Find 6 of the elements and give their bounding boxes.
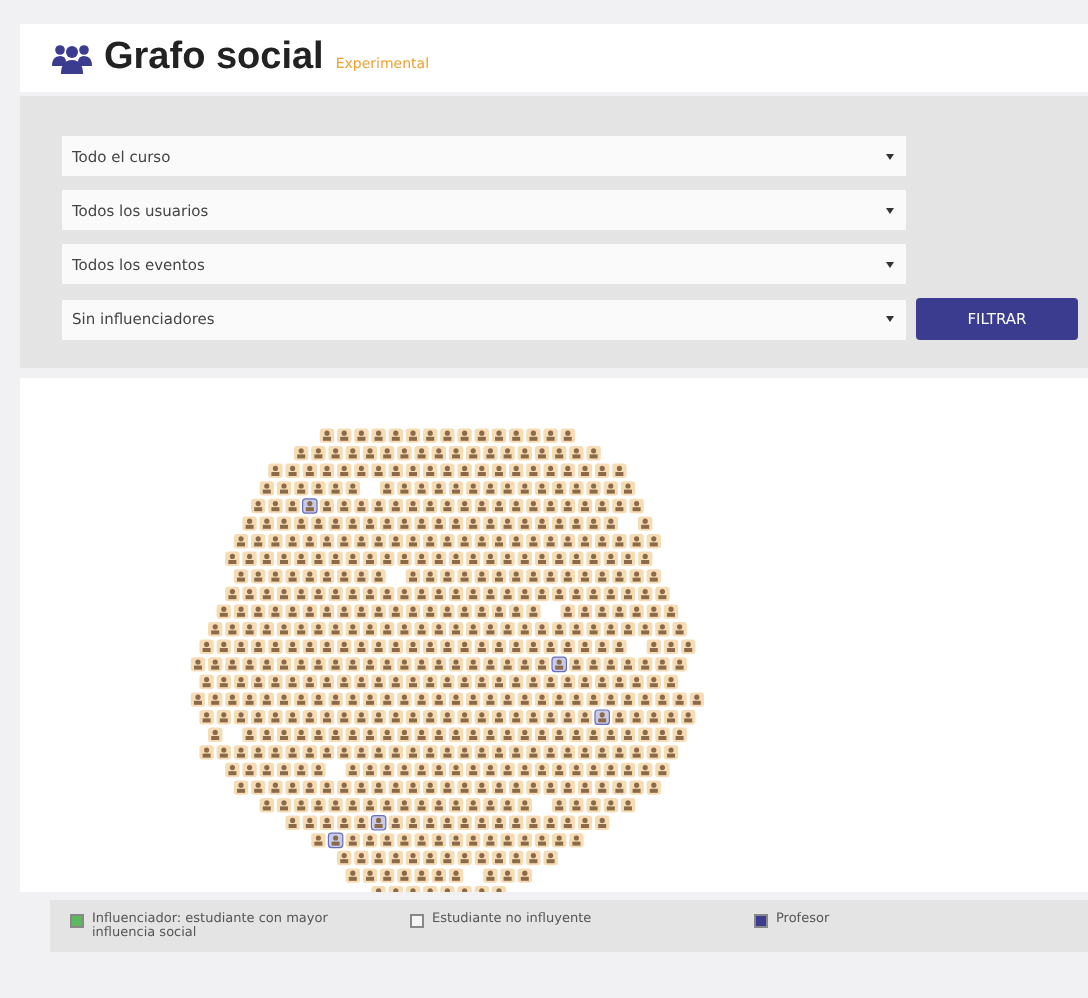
caret-icon	[886, 207, 894, 213]
caret-icon	[886, 261, 894, 267]
page-title: Grafo social	[104, 36, 324, 80]
users-icon	[52, 42, 92, 74]
caret-icon	[886, 316, 894, 322]
caret-icon	[886, 153, 894, 159]
